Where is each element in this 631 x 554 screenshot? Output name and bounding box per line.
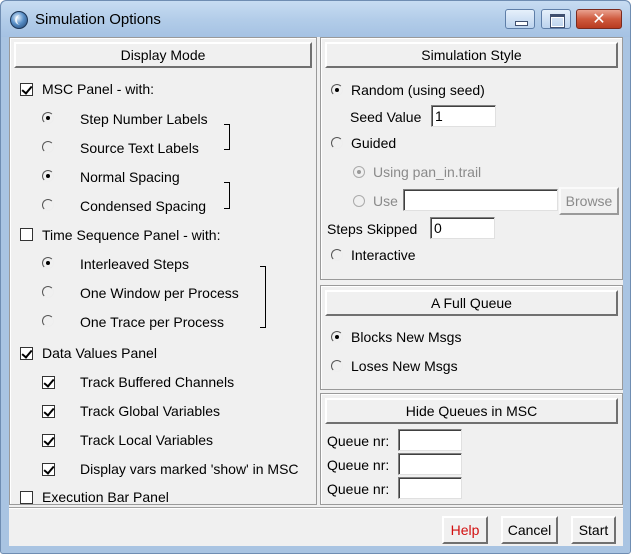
track-global-variables-checkbox[interactable]	[42, 405, 55, 418]
data-values-panel-checkbox[interactable]	[20, 347, 33, 360]
blocks-new-msgs-radio[interactable]	[331, 331, 343, 343]
one-trace-per-process-radio[interactable]	[42, 315, 54, 327]
close-icon: ✕	[592, 11, 606, 28]
hide-queues-heading: Hide Queues in MSC	[325, 398, 618, 424]
guided-radio[interactable]	[331, 137, 343, 149]
steps-skipped-input[interactable]: 0	[430, 217, 495, 239]
normal-spacing-label: Normal Spacing	[80, 169, 180, 185]
display-vars-show-checkbox[interactable]	[42, 463, 55, 476]
hide-queues-panel: Hide Queues in MSC Queue nr: Queue nr: Q…	[320, 393, 623, 505]
close-button[interactable]: ✕	[576, 9, 622, 29]
queue-nr-label-1: Queue nr:	[327, 433, 390, 449]
app-globe-icon	[10, 11, 28, 29]
using-trail-radio[interactable]	[353, 166, 365, 178]
full-queue-panel: A Full Queue Blocks New Msgs Loses New M…	[320, 285, 623, 390]
use-file-radio[interactable]	[353, 195, 365, 207]
queue-nr-label-3: Queue nr:	[327, 481, 390, 497]
track-buffered-channels-checkbox[interactable]	[42, 376, 55, 389]
browse-button[interactable]: Browse	[559, 187, 619, 215]
time-sequence-panel-label: Time Sequence Panel - with:	[42, 227, 221, 243]
cancel-button[interactable]: Cancel	[501, 516, 558, 544]
blocks-new-msgs-label: Blocks New Msgs	[351, 329, 462, 345]
execution-bar-panel-checkbox[interactable]	[20, 491, 33, 504]
source-text-labels-radio[interactable]	[42, 141, 54, 153]
full-queue-heading: A Full Queue	[325, 290, 618, 316]
queue-nr-input-2[interactable]	[398, 453, 462, 475]
steps-skipped-label: Steps Skipped	[327, 221, 418, 237]
start-button[interactable]: Start	[571, 516, 616, 544]
track-local-variables-checkbox[interactable]	[42, 434, 55, 447]
help-button[interactable]: Help	[442, 516, 488, 544]
normal-spacing-radio[interactable]	[42, 170, 54, 182]
one-window-per-process-radio[interactable]	[42, 286, 54, 298]
random-seed-radio[interactable]	[331, 84, 343, 96]
queue-nr-label-2: Queue nr:	[327, 457, 390, 473]
dialog-body: Display Mode MSC Panel - with: Step Numb…	[9, 37, 623, 546]
seed-value-label: Seed Value	[350, 109, 422, 125]
track-global-variables-label: Track Global Variables	[80, 403, 221, 419]
seed-value-input[interactable]: 1	[431, 105, 496, 127]
one-trace-per-process-label: One Trace per Process	[80, 314, 224, 330]
track-buffered-channels-label: Track Buffered Channels	[80, 374, 235, 390]
label-group-bracket	[224, 124, 230, 150]
random-seed-label: Random (using seed)	[351, 82, 485, 98]
simulation-style-panel: Simulation Style Random (using seed) See…	[320, 37, 623, 280]
window-title: Simulation Options	[35, 11, 161, 28]
interactive-radio[interactable]	[331, 249, 343, 261]
time-sequence-panel-checkbox[interactable]	[20, 228, 33, 241]
one-window-per-process-label: One Window per Process	[80, 285, 239, 301]
spacing-group-bracket	[224, 182, 230, 209]
simulation-options-window: Simulation Options ✕ Display Mode MSC Pa…	[0, 0, 631, 554]
track-local-variables-label: Track Local Variables	[80, 432, 214, 448]
loses-new-msgs-label: Loses New Msgs	[351, 358, 458, 374]
guided-label: Guided	[351, 135, 397, 151]
minimize-button[interactable]	[505, 9, 535, 29]
interleaved-steps-label: Interleaved Steps	[80, 256, 189, 272]
display-mode-heading: Display Mode	[14, 42, 312, 68]
interactive-label: Interactive	[351, 247, 416, 263]
loses-new-msgs-radio[interactable]	[331, 360, 343, 372]
queue-nr-input-1[interactable]	[398, 429, 462, 451]
source-text-labels-label: Source Text Labels	[80, 140, 199, 156]
use-file-input[interactable]	[403, 189, 558, 211]
condensed-spacing-radio[interactable]	[42, 199, 54, 211]
execution-bar-panel-label: Execution Bar Panel	[42, 489, 169, 505]
display-vars-show-label: Display vars marked 'show' in MSC	[80, 461, 299, 477]
msc-panel-checkbox[interactable]	[20, 83, 33, 96]
using-trail-label: Using pan_in.trail	[373, 164, 482, 180]
simulation-style-heading: Simulation Style	[325, 42, 618, 68]
display-mode-panel: Display Mode MSC Panel - with: Step Numb…	[9, 37, 317, 505]
interleaved-steps-radio[interactable]	[42, 257, 54, 269]
step-number-labels-radio[interactable]	[42, 112, 54, 124]
use-file-label: Use	[373, 193, 398, 209]
time-sequence-group-bracket	[260, 266, 266, 328]
data-values-panel-label: Data Values Panel	[42, 345, 157, 361]
msc-panel-label: MSC Panel - with:	[42, 81, 155, 97]
queue-nr-input-3[interactable]	[398, 477, 462, 499]
step-number-labels-label: Step Number Labels	[80, 111, 208, 127]
maximize-button[interactable]	[541, 9, 571, 29]
condensed-spacing-label: Condensed Spacing	[80, 198, 207, 214]
footer-separator	[9, 507, 623, 509]
title-bar[interactable]: Simulation Options ✕	[1, 1, 630, 37]
